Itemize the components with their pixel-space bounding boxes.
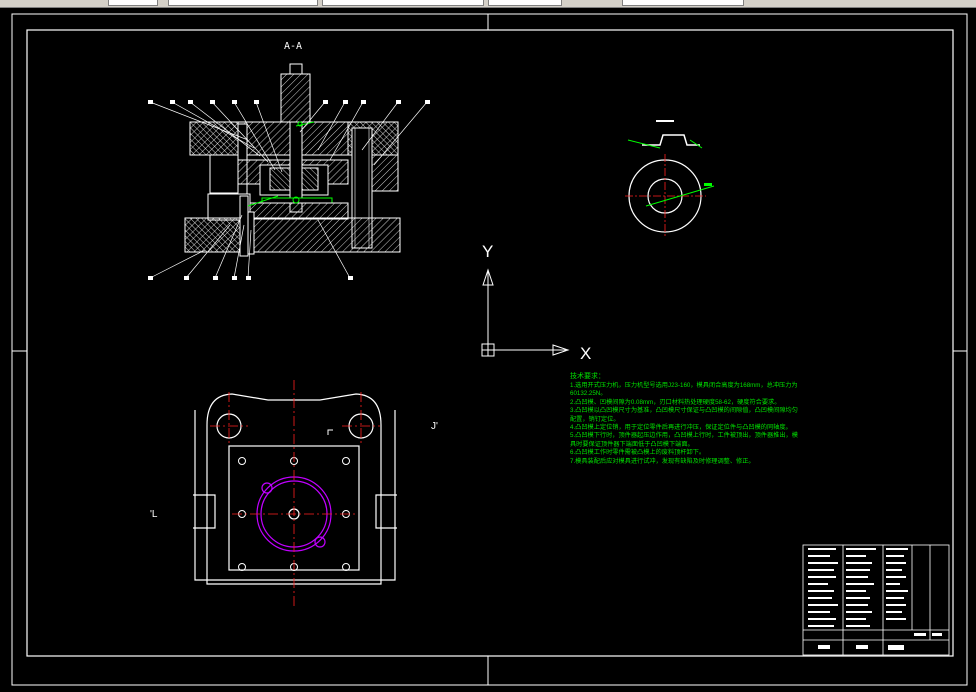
y-axis-label: Y bbox=[482, 242, 493, 261]
color-dropdown[interactable] bbox=[322, 0, 484, 6]
view-mark-right: J' bbox=[431, 421, 438, 432]
toolbar-icon-field[interactable] bbox=[108, 0, 158, 6]
ucs-icon: Y X bbox=[481, 242, 591, 363]
lineweight-dropdown[interactable] bbox=[622, 0, 744, 6]
tech-requirement-item: 1.选用开式压力机，压力机型号选用J23-160，模具闭合高度为168mm，总冲… bbox=[570, 382, 798, 398]
tech-requirements-title: 技术要求： bbox=[570, 373, 605, 380]
view-mark-left: 'L bbox=[150, 509, 158, 520]
cad-drawing: Y X 'L J' bbox=[11, 13, 968, 686]
section-label: A-A bbox=[284, 41, 303, 52]
drawing-canvas[interactable]: Y X 'L J' A-A 技术要求： 1.选用开式压力机，压力机型号选用J23… bbox=[0, 8, 976, 692]
top-toolbar bbox=[0, 0, 976, 8]
tech-requirement-item: 3.凸凹模以凸凹模尺寸为基准，凸凹模尺寸保证与凸凹模的间隙值，凸凹模间隙均匀配置… bbox=[570, 407, 798, 423]
title-block bbox=[802, 544, 950, 656]
tech-requirement-item: 5.凸凹模下行时，顶件器起压边作用，凸凹模上行时，工件被顶出，顶件器推出，模具时… bbox=[570, 432, 798, 448]
tech-requirement-item: 6.凸凹模工作时零件需被凸模上的废料顶杆卸下。 bbox=[570, 449, 706, 457]
tech-requirements-list: 1.选用开式压力机，压力机型号选用J23-160，模具闭合高度为168mm，总冲… bbox=[570, 382, 802, 466]
linetype-dropdown[interactable] bbox=[488, 0, 562, 6]
plan-view-centerlines bbox=[210, 380, 380, 606]
title-block-rows bbox=[808, 548, 942, 650]
part-detail-view bbox=[625, 120, 715, 238]
tech-requirement-item: 2.凸凹模、凹模间隙为0.08mm，刃口材料热处理硬度58-62，硬度符合要求。 bbox=[570, 398, 781, 406]
x-axis-label: X bbox=[580, 344, 591, 363]
tech-requirement-item: 7.模具装配后应对模具进行试冲，发现有缺陷及时修理调整、修正。 bbox=[570, 457, 755, 465]
layer-dropdown[interactable] bbox=[168, 0, 318, 6]
plan-view-assembly bbox=[193, 393, 397, 585]
section-view-assembly bbox=[148, 63, 430, 280]
